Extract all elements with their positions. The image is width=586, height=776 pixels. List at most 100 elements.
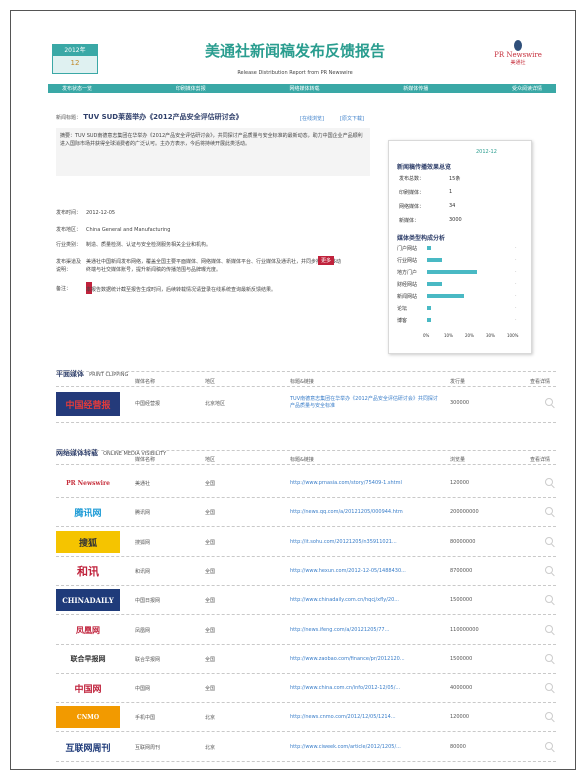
media-region: 北京 bbox=[205, 745, 216, 751]
print-header-detail: 查看详情 bbox=[530, 379, 551, 385]
search-icon[interactable] bbox=[545, 398, 553, 406]
media-count: 80000000 bbox=[450, 539, 476, 545]
media-name: 中国网 bbox=[135, 686, 151, 692]
search-icon[interactable] bbox=[545, 712, 553, 720]
more-badge[interactable]: 更多 bbox=[318, 256, 335, 265]
tab-audience[interactable]: 受众阅读详情 bbox=[512, 85, 542, 92]
view-online-link[interactable]: [在线浏览] bbox=[300, 115, 324, 122]
info-label-industry: 行业类别： bbox=[56, 242, 82, 248]
online-header-count: 浏览量 bbox=[450, 457, 466, 463]
stat-value-print: 1 bbox=[449, 189, 453, 195]
media-url[interactable]: http://www.prnasia.com/story/75409-1.sht… bbox=[290, 480, 402, 486]
row-divider bbox=[56, 761, 556, 762]
row-divider bbox=[56, 526, 556, 527]
chart-category-label: 博客 bbox=[397, 318, 408, 324]
print-row-count: 300000 bbox=[450, 400, 470, 406]
media-name: 搜狐网 bbox=[135, 540, 151, 546]
search-icon[interactable] bbox=[545, 537, 553, 545]
media-url[interactable]: http://www.hexun.com/2012-12-05/1488430.… bbox=[290, 568, 406, 574]
media-region: 北京 bbox=[205, 715, 216, 721]
media-url[interactable]: http://www.china.com.cn/info/2012-12/05/… bbox=[290, 685, 400, 691]
chart-bar bbox=[427, 282, 442, 286]
search-icon[interactable] bbox=[545, 654, 553, 662]
chart-category-label: 新闻网站 bbox=[397, 294, 418, 300]
media-name: 手机中国 bbox=[135, 715, 156, 721]
media-url[interactable]: http://www.zaobao.com/finance/pr/2012120… bbox=[290, 656, 405, 662]
info-value-industry: 制造、质量检测、认证与安全检测服务相关企业和机构。 bbox=[86, 242, 212, 248]
search-icon[interactable] bbox=[545, 625, 553, 633]
search-icon[interactable] bbox=[545, 742, 553, 750]
media-count: 1500000 bbox=[450, 597, 473, 603]
row-divider bbox=[56, 731, 556, 732]
chart-bar bbox=[427, 258, 442, 262]
tab-print[interactable]: 印刷媒体剪报 bbox=[176, 85, 206, 92]
online-header-detail: 查看详情 bbox=[530, 457, 551, 463]
search-icon[interactable] bbox=[545, 507, 553, 515]
stats-badge: 2012-12 bbox=[476, 149, 497, 155]
media-region: 全国 bbox=[205, 540, 216, 546]
info-value-region: China General and Manufacturing bbox=[86, 227, 171, 233]
print-title-sub: PRINT CLIPPING bbox=[89, 372, 129, 378]
release-summary: 摘要：TUV SUD南德意志集团在华举办《2012产品安全评估研讨会》，共同探讨… bbox=[56, 128, 370, 176]
media-url[interactable]: http://www.ciweek.com/article/2012/1205/… bbox=[290, 744, 401, 750]
search-icon[interactable] bbox=[545, 683, 553, 691]
media-logo: 和讯 bbox=[56, 560, 120, 582]
info-label-time: 发布时间： bbox=[56, 210, 82, 216]
tab-online[interactable]: 网络媒体转载 bbox=[289, 85, 319, 92]
chart-category-label: 地方门户 bbox=[397, 270, 418, 276]
media-name: 互联网周刊 bbox=[135, 745, 161, 751]
stat-label-newmedia: 新媒体： bbox=[399, 218, 420, 224]
media-count: 200000000 bbox=[450, 509, 479, 515]
print-row-name: 中国经营报 bbox=[135, 401, 161, 407]
print-header-name: 媒体名称 bbox=[135, 379, 156, 385]
release-title-label: 新闻标题： bbox=[56, 115, 82, 121]
media-logo: 中国网 bbox=[56, 677, 120, 699]
print-row-title[interactable]: TUV南德意志集团在华举办《2012产品安全评估研讨会》共同探讨产品质量与安全标… bbox=[290, 396, 440, 410]
chart-category-label: 财经网站 bbox=[397, 282, 418, 288]
logo-sub: 美通社 bbox=[510, 60, 526, 66]
media-url[interactable]: http://news.qq.com/a/20121205/000944.htm bbox=[290, 509, 403, 515]
row-divider bbox=[56, 556, 556, 557]
date-box-value: 12 bbox=[70, 59, 80, 67]
media-name: 凤凰网 bbox=[135, 628, 151, 634]
chart-category-label: 论坛 bbox=[397, 306, 408, 312]
release-title-row: 新闻标题： TUV SUD莱茵举办《2012产品安全评估研讨会》 bbox=[56, 112, 386, 122]
media-count: 120000 bbox=[450, 714, 470, 720]
media-url[interactable]: http://it.sohu.com/20121205/n35911021... bbox=[290, 539, 397, 545]
search-icon[interactable] bbox=[545, 566, 553, 574]
media-count: 1500000 bbox=[450, 656, 473, 662]
media-region: 全国 bbox=[205, 598, 216, 604]
media-logo: 搜狐 bbox=[56, 531, 120, 553]
tab-status[interactable]: 发布状态一览 bbox=[62, 85, 92, 92]
media-region: 全国 bbox=[205, 686, 216, 692]
info-label-channel: 发布渠道及说明： bbox=[56, 259, 82, 273]
download-link[interactable]: [原文下载] bbox=[340, 115, 364, 122]
print-header-count: 发行量 bbox=[450, 379, 466, 385]
search-icon[interactable] bbox=[545, 595, 553, 603]
nav-bar: 发布状态一览 印刷媒体剪报 网络媒体转载 新媒体传播 受众阅读详情 bbox=[48, 84, 556, 93]
media-name: 美通社 bbox=[135, 481, 151, 487]
media-logo: CNMO bbox=[56, 706, 120, 728]
media-name: 联合早报网 bbox=[135, 657, 161, 663]
chart-bar bbox=[427, 270, 477, 274]
media-name: 腾讯网 bbox=[135, 510, 151, 516]
media-region: 全国 bbox=[205, 569, 216, 575]
row-divider bbox=[56, 673, 556, 674]
chart-row-marker: · bbox=[515, 293, 517, 299]
row-divider bbox=[56, 585, 556, 586]
media-url[interactable]: http://www.chinadaily.com.cn/hqcj/xfly/2… bbox=[290, 597, 399, 603]
tab-newmedia[interactable]: 新媒体传播 bbox=[403, 85, 428, 92]
media-logo: CHINADAILY bbox=[56, 589, 120, 611]
search-icon[interactable] bbox=[545, 478, 553, 486]
report-title: 美通社新闻稿发布反馈报告 bbox=[204, 42, 385, 60]
media-url[interactable]: http://news.cnmo.com/2012/12/05/1214... bbox=[290, 714, 396, 720]
info-value-note: 本报告数据统计截至报告生成时间，后续转载情况请登录在线系统查询最新反馈结果。 bbox=[86, 287, 277, 293]
stat-value-online: 34 bbox=[449, 203, 456, 209]
stats-panel: 新闻稿传播效果总览 2012-12 发布总数： 15条 印刷媒体： 1 网络媒体… bbox=[388, 140, 532, 354]
print-header-title: 标题&链接 bbox=[290, 379, 314, 385]
chart-bar bbox=[427, 246, 431, 250]
media-count: 4000000 bbox=[450, 685, 473, 691]
chart-row-marker: · bbox=[515, 269, 517, 275]
media-url[interactable]: http://news.ifeng.com/a/20121205/77... bbox=[290, 627, 389, 633]
chart-axis-tick: 30% bbox=[486, 333, 495, 338]
